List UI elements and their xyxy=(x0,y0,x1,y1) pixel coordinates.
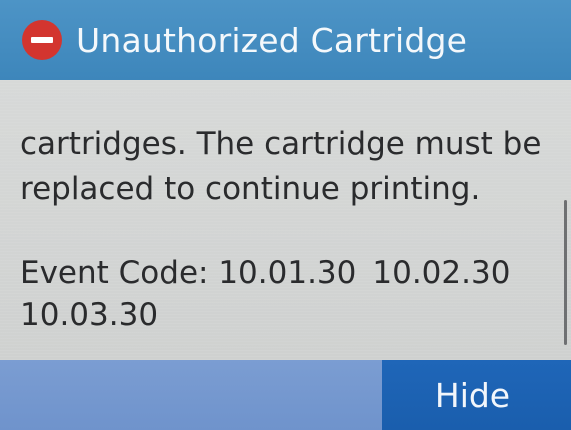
dialog-title: Unauthorized Cartridge xyxy=(76,20,468,60)
printer-screen: Unauthorized Cartridge cartridges. The c… xyxy=(0,0,571,430)
event-code-2: 10.02.30 xyxy=(372,255,511,291)
footer-empty-area xyxy=(0,360,380,430)
event-code-label: Event Code: 10.01.30 xyxy=(20,255,357,291)
footer-bar: Hide xyxy=(0,360,571,430)
dialog-header: Unauthorized Cartridge xyxy=(0,0,571,80)
message-area[interactable]: cartridges. The cartridge must be replace… xyxy=(0,80,571,360)
event-code-3: 10.03.30 xyxy=(20,297,159,333)
scrollbar[interactable] xyxy=(564,200,567,345)
event-code: Event Code: 10.01.30 10.02.30 10.03.30 xyxy=(20,252,555,336)
message-line-1: cartridges. The cartridge must be xyxy=(20,126,542,162)
message-line-2: replaced to continue printing. xyxy=(20,171,481,207)
message-text: cartridges. The cartridge must be replace… xyxy=(20,122,555,212)
hide-button[interactable]: Hide xyxy=(382,360,571,430)
error-icon-bar xyxy=(31,37,53,43)
error-icon xyxy=(22,20,62,60)
